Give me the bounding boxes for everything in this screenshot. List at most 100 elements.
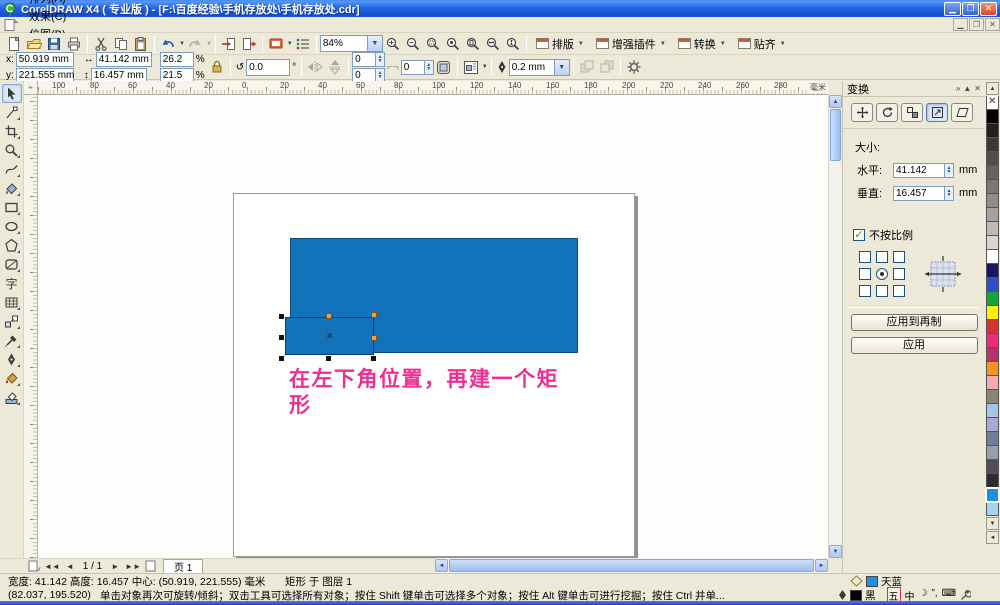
palette-swatch[interactable] [986, 376, 999, 390]
anchor-bottom-right[interactable] [893, 285, 905, 297]
corner-tr-spinner[interactable]: ▲▼ [425, 60, 434, 75]
selection-handle-mid-left[interactable] [279, 335, 284, 340]
palette-swatch[interactable] [986, 124, 999, 138]
zoom-width-icon[interactable] [483, 34, 503, 54]
tool-basic-shapes[interactable] [2, 255, 22, 274]
anchor-mid-right[interactable] [893, 268, 905, 280]
ruler-origin[interactable]: ⌖ [24, 81, 38, 95]
vertical-scrollbar[interactable]: ▲ ▼ [828, 95, 841, 558]
tool-smart-fill[interactable] [2, 179, 22, 198]
anchor-bottom-left[interactable] [859, 285, 871, 297]
anchor-top-right[interactable] [893, 251, 905, 263]
transform-rotate-tab[interactable] [876, 103, 898, 122]
palette-swatch[interactable] [986, 96, 999, 110]
palette-swatch[interactable] [986, 460, 999, 474]
palette-swatch[interactable] [986, 502, 999, 516]
palette-swatch[interactable] [986, 236, 999, 250]
doc-restore-button[interactable]: ❐ [969, 18, 984, 31]
transform-scale-mirror-tab[interactable] [901, 103, 923, 122]
corner-node[interactable] [326, 313, 332, 319]
palette-swatch[interactable] [986, 180, 999, 194]
undo-button[interactable] [158, 34, 178, 54]
palette-swatch[interactable] [986, 138, 999, 152]
selection-handle-top-left[interactable] [279, 314, 284, 319]
apply-button[interactable]: 应用 [851, 337, 978, 354]
open-button[interactable] [24, 34, 44, 54]
plugin-button[interactable]: 转换 ▼ [672, 34, 732, 54]
vertical-scroll-thumb[interactable] [830, 109, 841, 161]
prev-page-button[interactable]: ◄ [63, 562, 77, 571]
to-back-icon[interactable] [597, 57, 617, 77]
scroll-left-button[interactable]: ◄ [435, 559, 448, 572]
export-button[interactable] [239, 34, 259, 54]
tool-blend[interactable] [2, 312, 22, 331]
application-launcher-button[interactable] [266, 34, 286, 54]
page-tab[interactable]: 页 1 [163, 559, 203, 573]
plugin-button[interactable]: 贴齐 ▼ [732, 34, 792, 54]
scale-h-field[interactable]: 26.2 [160, 52, 194, 67]
tool-table[interactable] [2, 293, 22, 312]
horizontal-size-field[interactable]: 41.142 [893, 163, 945, 178]
zoom-selected-icon[interactable] [423, 34, 443, 54]
mirror-vertical-icon[interactable] [325, 57, 345, 77]
tool-rectangle[interactable] [2, 198, 22, 217]
palette-swatch[interactable] [986, 390, 999, 404]
tool-ellipse[interactable] [2, 217, 22, 236]
zoom-all-objects-icon[interactable] [443, 34, 463, 54]
minimize-button[interactable]: ▁ [944, 2, 961, 16]
vertical-size-field[interactable]: 16.457 [893, 186, 945, 201]
palette-swatch[interactable] [986, 306, 999, 320]
copy-button[interactable] [111, 34, 131, 54]
restore-button[interactable]: ❐ [962, 2, 979, 16]
palette-swatch[interactable] [986, 166, 999, 180]
to-front-icon[interactable] [577, 57, 597, 77]
zoom-out-icon[interactable] [403, 34, 423, 54]
plugin-button[interactable]: 增强插件 ▼ [590, 34, 672, 54]
zoom-page-icon[interactable] [463, 34, 483, 54]
zoom-level-combo[interactable]: 84% ▼ [320, 35, 383, 52]
round-corners-together-icon[interactable] [434, 57, 454, 77]
tool-interactive-fill[interactable] [2, 388, 22, 407]
palette-swatch[interactable] [986, 320, 999, 334]
import-button[interactable] [219, 34, 239, 54]
close-button[interactable]: ✕ [980, 2, 997, 16]
ime-tools-icon[interactable] [960, 590, 971, 601]
last-page-button[interactable]: ►► [122, 562, 144, 571]
rotation-field[interactable]: 0.0 [246, 59, 290, 76]
selection-handle-bottom-right[interactable] [371, 356, 376, 361]
menu-item[interactable]: 效果(C) [22, 7, 76, 25]
docker-close-icon[interactable]: ✕ [974, 84, 981, 93]
corner-node[interactable] [371, 335, 377, 341]
cut-button[interactable] [91, 34, 111, 54]
redo-dropdown[interactable]: ▼ [206, 41, 212, 47]
palette-swatch[interactable] [986, 488, 999, 502]
docker-collapse-icon[interactable]: ▲ [963, 84, 971, 93]
print-button[interactable] [64, 34, 84, 54]
tool-freehand[interactable] [2, 160, 22, 179]
text-wrap-icon[interactable] [461, 57, 481, 77]
transform-skew-tab[interactable] [951, 103, 973, 122]
add-page-icon[interactable] [28, 560, 41, 572]
palette-swatch[interactable] [986, 222, 999, 236]
page-icon[interactable] [144, 560, 157, 572]
paste-button[interactable] [131, 34, 151, 54]
tool-zoom[interactable] [2, 141, 22, 160]
vertical-size-spinner[interactable]: ▲▼ [945, 186, 954, 201]
tool-fill[interactable] [2, 369, 22, 388]
horizontal-scroll-thumb[interactable] [449, 559, 814, 572]
mirror-horizontal-icon[interactable] [305, 57, 325, 77]
tool-outline-pen[interactable] [2, 350, 22, 369]
anchor-top-center[interactable] [876, 251, 888, 263]
plugin-button[interactable]: 排版 ▼ [530, 34, 590, 54]
palette-swatch[interactable] [986, 362, 999, 376]
new-button[interactable] [4, 34, 24, 54]
next-page-button[interactable]: ► [108, 562, 122, 571]
corner-node[interactable] [371, 312, 377, 318]
anchor-center[interactable] [876, 268, 888, 280]
palette-swatch[interactable] [986, 264, 999, 278]
settings-gear-icon[interactable] [624, 57, 644, 77]
zoom-height-icon[interactable] [503, 34, 523, 54]
palette-swatch[interactable] [986, 250, 999, 264]
transform-size-tab[interactable] [926, 103, 948, 122]
palette-swatch[interactable] [986, 474, 999, 488]
